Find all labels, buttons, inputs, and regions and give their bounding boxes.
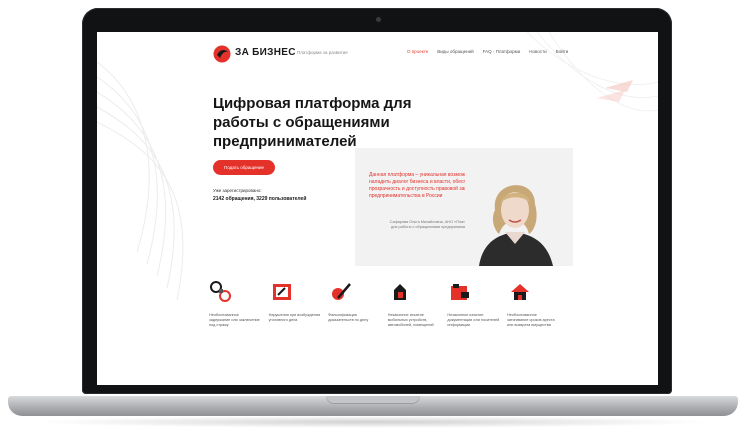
screen: ЗА БИЗНЕС Платформа за развитие О проект… [97, 32, 658, 385]
hands-icon [393, 284, 406, 300]
laptop-frame: ЗА БИЗНЕС Платформа за развитие О проект… [0, 0, 746, 440]
stats-value: 2142 обращения, 3229 пользователей [213, 196, 307, 202]
laptop-shadow [30, 416, 716, 428]
feature-item[interactable]: Фальсификация доказательств по делу [328, 280, 380, 328]
nav-item-appeal-types[interactable]: Виды обращений [437, 49, 473, 54]
nav-item-news[interactable]: Новости [529, 49, 546, 54]
feature-label: Необоснованное затягивание сроков ареста… [506, 313, 555, 327]
feature-item[interactable]: Незаконное изъятие мобильных устройств, … [388, 280, 440, 328]
logo-icon[interactable] [213, 45, 231, 63]
nav-item-faq[interactable]: FAQ - Платформа [483, 49, 521, 54]
handcuffs-icon [210, 281, 231, 302]
submit-appeal-button[interactable]: Подать обращение [213, 160, 275, 175]
house-icon [510, 284, 529, 300]
feature-item[interactable]: Нарушения при возбуждении уголовного дел… [269, 280, 321, 328]
feature-label: Незаконное изъятие документации или носи… [447, 313, 500, 327]
main-nav: О проекте Виды обращений FAQ - Платформа… [407, 49, 568, 54]
feature-label: Нарушения при возбуждении уголовного дел… [268, 313, 321, 322]
feature-label: Незаконное изъятие мобильных устройств, … [387, 313, 434, 327]
pen-icon [332, 283, 352, 300]
folder-icon [451, 284, 470, 300]
feature-item[interactable]: Необоснованное задержание или заключение… [209, 280, 261, 328]
page-title: Цифровая платформа для работы с обращени… [213, 95, 412, 150]
feature-item[interactable]: Необоснованное затягивание сроков ареста… [507, 280, 559, 328]
feature-label: Фальсификация доказательств по делу [328, 313, 369, 322]
feature-item[interactable]: Незаконное изъятие документации или носи… [447, 280, 499, 328]
laptop-notch [326, 396, 420, 404]
camera-icon [376, 17, 381, 22]
quote-author: Сафарова Ольга Михайловна, АНО «Платформ… [389, 220, 477, 229]
feature-label: Необоснованное задержание или заключение… [209, 313, 260, 327]
portrait-image [465, 170, 563, 266]
logo-text[interactable]: ЗА БИЗНЕС [235, 47, 296, 58]
stats-label: Уже зарегистрировано: [213, 188, 262, 193]
site-header: ЗА БИЗНЕС Платформа за развитие О проект… [97, 32, 658, 74]
document-icon [272, 284, 291, 300]
logo-tagline: Платформа за развитие [297, 50, 348, 55]
features-list: Необоснованное задержание или заключение… [209, 280, 559, 328]
nav-item-login[interactable]: Войти [556, 49, 569, 54]
nav-item-about[interactable]: О проекте [407, 49, 428, 54]
